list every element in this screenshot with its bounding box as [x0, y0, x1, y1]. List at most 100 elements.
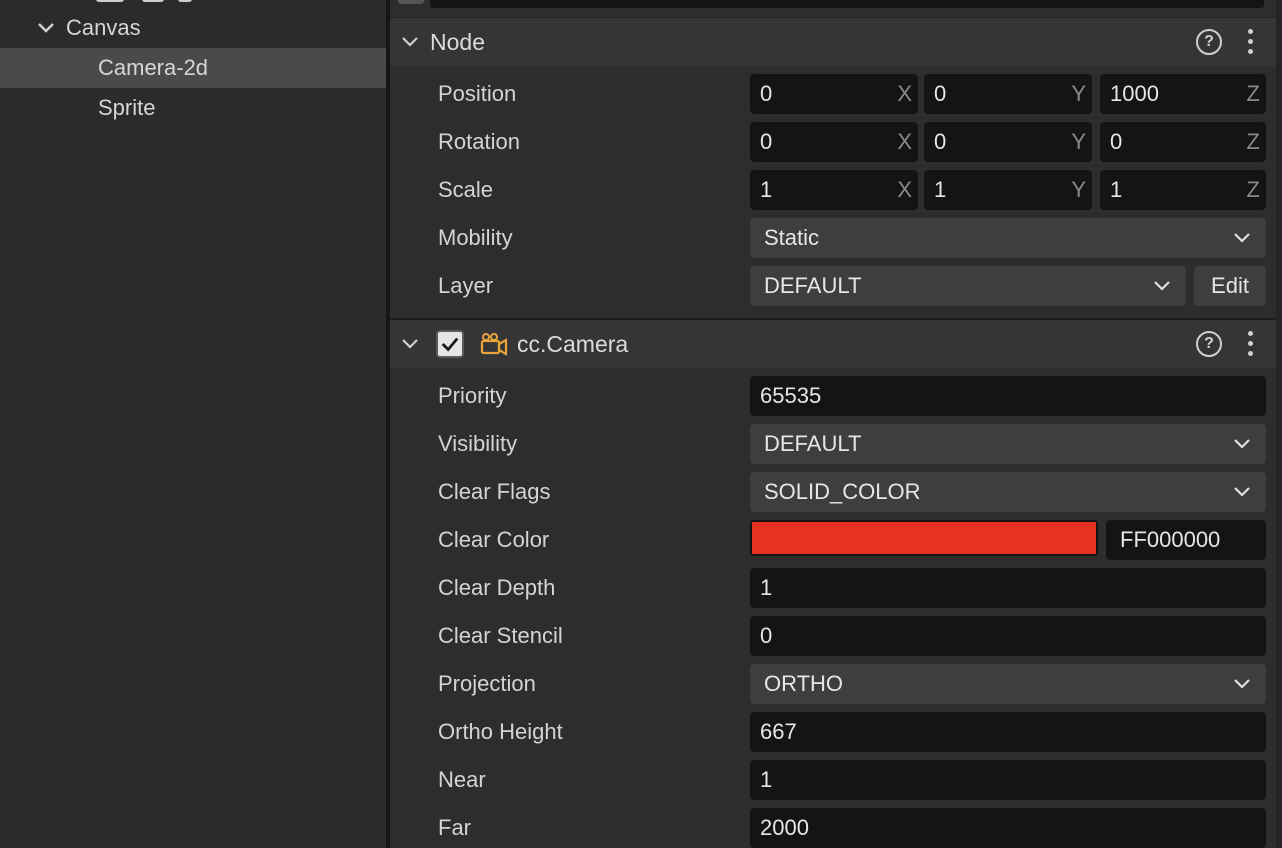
axis-label-y: Y	[1071, 177, 1086, 202]
inspector-top-row-clipped	[390, 0, 1282, 18]
far-input[interactable]: 2000	[750, 808, 1266, 848]
inspector-scrollbar[interactable]	[1276, 0, 1282, 848]
prop-row-clear-depth: Clear Depth 1	[390, 564, 1282, 612]
chevron-down-icon	[1234, 233, 1250, 243]
checkmark-icon	[441, 337, 459, 352]
prop-label-ortho-height: Ortho Height	[438, 719, 563, 744]
chevron-down-icon[interactable]	[400, 334, 420, 354]
more-vertical-icon[interactable]	[1245, 331, 1255, 357]
camera-icon	[480, 333, 508, 356]
clear-color-swatch[interactable]	[750, 520, 1098, 556]
prop-row-clear-color: Clear Color FF000000	[390, 516, 1282, 564]
position-y-input[interactable]: 0 Y	[924, 74, 1092, 114]
axis-label-x: X	[897, 81, 912, 106]
layer-edit-button[interactable]: Edit	[1194, 266, 1266, 306]
component-enabled-checkbox[interactable]	[436, 330, 464, 358]
axis-label-z: Z	[1246, 129, 1260, 154]
priority-input[interactable]: 65535	[750, 376, 1266, 416]
prop-row-clear-flags: Clear Flags SOLID_COLOR	[390, 468, 1282, 516]
hierarchy-panel: Canvas Camera-2d Sprite	[0, 0, 386, 848]
prop-label-position: Position	[438, 81, 517, 106]
prop-row-priority: Priority 65535	[390, 372, 1282, 420]
prop-row-far: Far 2000	[390, 804, 1282, 848]
field-value: 1000	[1110, 81, 1159, 106]
scale-y-input[interactable]: 1 Y	[924, 170, 1092, 210]
chevron-down-icon	[1234, 439, 1250, 449]
position-z-input[interactable]: 1000 Z	[1100, 74, 1266, 114]
tree-item-label: Sprite	[98, 95, 156, 120]
mobility-select[interactable]: Static	[750, 218, 1266, 258]
projection-select[interactable]: ORTHO	[750, 664, 1266, 704]
axis-label-z: Z	[1246, 177, 1260, 202]
camera-section-title: cc.Camera	[517, 331, 629, 357]
clear-stencil-input[interactable]: 0	[750, 616, 1266, 656]
field-value: 0	[760, 81, 773, 106]
prop-label-clear-flags: Clear Flags	[438, 479, 551, 504]
rotation-z-input[interactable]: 0 Z	[1100, 122, 1266, 162]
prop-label-visibility: Visibility	[438, 431, 518, 456]
clear-depth-input[interactable]: 1	[750, 568, 1266, 608]
axis-label-y: Y	[1071, 129, 1086, 154]
prop-row-visibility: Visibility DEFAULT	[390, 420, 1282, 468]
chevron-down-icon[interactable]	[400, 32, 420, 52]
prop-row-position: Position 0 X 0 Y 1000 Z	[390, 70, 1282, 118]
prop-row-scale: Scale 1 X 1 Y 1 Z	[390, 166, 1282, 214]
prop-label-clear-depth: Clear Depth	[438, 575, 556, 600]
help-icon[interactable]: ?	[1196, 331, 1222, 357]
tree-item-sprite[interactable]: Sprite	[0, 88, 386, 128]
field-value: 1	[760, 177, 773, 202]
near-input[interactable]: 1	[750, 760, 1266, 800]
tree-item-label: Camera-2d	[98, 55, 209, 80]
select-value: Static	[764, 225, 820, 250]
camera-section-header[interactable]: cc.Camera ?	[390, 320, 1282, 368]
prop-label-far: Far	[438, 815, 471, 840]
more-vertical-icon[interactable]	[1245, 29, 1255, 55]
tree-item-label: Canvas	[66, 15, 141, 40]
select-value: DEFAULT	[764, 431, 862, 456]
rotation-y-input[interactable]: 0 Y	[924, 122, 1092, 162]
prop-label-layer: Layer	[438, 273, 494, 298]
help-icon[interactable]: ?	[1196, 29, 1222, 55]
prop-label-clear-stencil: Clear Stencil	[438, 623, 563, 648]
clear-color-hex-input[interactable]: FF000000	[1106, 520, 1266, 560]
field-value: 0	[934, 81, 947, 106]
node-section-header[interactable]: Node ?	[390, 18, 1282, 66]
axis-label-x: X	[897, 129, 912, 154]
prop-row-mobility: Mobility Static	[390, 214, 1282, 262]
prop-row-layer: Layer DEFAULT Edit	[390, 262, 1282, 310]
axis-label-z: Z	[1246, 81, 1260, 106]
prop-row-projection: Projection ORTHO	[390, 660, 1282, 708]
position-x-input[interactable]: 0 X	[750, 74, 918, 114]
tree-row-clipped	[96, 0, 206, 4]
field-value: 0	[760, 129, 773, 154]
tree-item-camera-2d[interactable]: Camera-2d	[0, 48, 386, 88]
prop-row-ortho-height: Ortho Height 667	[390, 708, 1282, 756]
select-value: DEFAULT	[764, 273, 862, 298]
editor-root: Canvas Camera-2d Sprite Node ? Position …	[0, 0, 1282, 848]
prop-label-rotation: Rotation	[438, 129, 520, 154]
prop-label-projection: Projection	[438, 671, 536, 696]
clipped-checkbox[interactable]	[398, 0, 424, 4]
prop-label-priority: Priority	[438, 383, 507, 408]
clear-flags-select[interactable]: SOLID_COLOR	[750, 472, 1266, 512]
visibility-select[interactable]: DEFAULT	[750, 424, 1266, 464]
chevron-down-icon	[1234, 679, 1250, 689]
tree-item-canvas[interactable]: Canvas	[0, 8, 386, 48]
ortho-height-input[interactable]: 667	[750, 712, 1266, 752]
field-value: 1	[1110, 177, 1123, 202]
rotation-x-input[interactable]: 0 X	[750, 122, 918, 162]
prop-label-clear-color: Clear Color	[438, 527, 550, 552]
layer-select[interactable]: DEFAULT	[750, 266, 1186, 306]
scale-z-input[interactable]: 1 Z	[1100, 170, 1266, 210]
axis-label-x: X	[897, 177, 912, 202]
field-value: 0	[934, 129, 947, 154]
chevron-down-icon[interactable]	[36, 18, 56, 38]
select-value: SOLID_COLOR	[764, 479, 921, 504]
prop-label-scale: Scale	[438, 177, 494, 202]
scale-x-input[interactable]: 1 X	[750, 170, 918, 210]
select-value: ORTHO	[764, 671, 844, 696]
clipped-field[interactable]	[430, 0, 1264, 8]
axis-label-y: Y	[1071, 81, 1086, 106]
prop-row-near: Near 1	[390, 756, 1282, 804]
chevron-down-icon	[1154, 281, 1170, 291]
